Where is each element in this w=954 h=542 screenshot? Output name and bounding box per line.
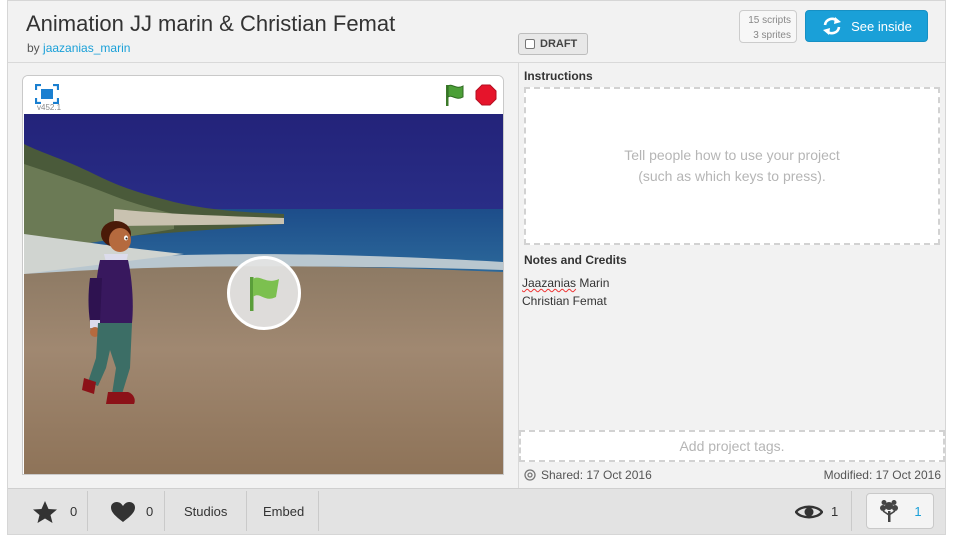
remix-tree-button[interactable]: 1 bbox=[866, 493, 934, 529]
scripts-count: 15 scripts bbox=[748, 15, 791, 26]
remix-arrows-icon bbox=[823, 17, 842, 35]
see-inside-button[interactable]: See inside bbox=[805, 10, 928, 42]
project-player: v452.1 bbox=[22, 75, 504, 475]
see-inside-label: See inside bbox=[851, 18, 912, 34]
author-link[interactable]: jaazanias_marin bbox=[43, 41, 130, 55]
notes-line-1: Jaazanias Marin bbox=[522, 274, 609, 292]
view-count: 1 bbox=[795, 489, 838, 534]
by-label: by bbox=[27, 41, 40, 55]
notes-field[interactable]: Jaazanias Marin Christian Femat bbox=[522, 274, 609, 310]
notes-line-1-rest: Marin bbox=[576, 276, 610, 290]
tags-placeholder: Add project tags. bbox=[679, 438, 785, 454]
character-sprite[interactable] bbox=[76, 218, 146, 408]
star-icon bbox=[33, 500, 57, 523]
love-button[interactable]: 0 bbox=[110, 489, 153, 534]
project-title[interactable]: Animation JJ marin & Christian Femat bbox=[26, 11, 395, 37]
draft-checkbox-icon bbox=[525, 39, 535, 49]
draft-badge[interactable]: DRAFT bbox=[518, 33, 588, 55]
sprites-count: 3 sprites bbox=[753, 30, 791, 41]
instructions-placeholder-line2: (such as which keys to press). bbox=[638, 168, 826, 184]
love-count: 0 bbox=[146, 504, 154, 519]
instructions-placeholder: Tell people how to use your project (suc… bbox=[624, 145, 840, 187]
favorite-count: 0 bbox=[70, 504, 78, 519]
header-divider bbox=[8, 62, 945, 63]
separator bbox=[246, 491, 247, 531]
big-green-flag-button[interactable] bbox=[227, 256, 301, 330]
notes-line-1-first: Jaazanias bbox=[522, 276, 577, 290]
shared-date: Shared: 17 Oct 2016 bbox=[524, 468, 652, 482]
big-green-flag-icon bbox=[250, 277, 279, 311]
notes-line-2: Christian Femat bbox=[522, 294, 607, 308]
byline: by jaazanias_marin bbox=[27, 41, 130, 55]
side-divider bbox=[518, 62, 519, 488]
modified-date: Modified: 17 Oct 2016 bbox=[823, 468, 941, 482]
eye-icon bbox=[795, 505, 823, 518]
player-version: v452.1 bbox=[37, 103, 62, 112]
stats-bar: 0 0 Studios Embed 1 1 bbox=[8, 488, 945, 534]
studios-button[interactable]: Studios bbox=[184, 489, 227, 534]
instructions-placeholder-line1: Tell people how to use your project bbox=[624, 147, 840, 163]
share-icon bbox=[524, 469, 536, 481]
tags-field[interactable]: Add project tags. bbox=[519, 430, 945, 462]
separator bbox=[318, 491, 319, 531]
remix-count: 1 bbox=[914, 503, 922, 519]
instructions-field[interactable]: Tell people how to use your project (suc… bbox=[524, 87, 940, 245]
separator bbox=[164, 491, 165, 531]
stage[interactable] bbox=[24, 114, 503, 474]
separator bbox=[851, 491, 852, 531]
remix-tree-icon bbox=[880, 500, 899, 522]
separator bbox=[87, 491, 88, 531]
heart-icon bbox=[111, 501, 135, 522]
player-controls: v452.1 bbox=[23, 76, 503, 114]
stop-icon[interactable] bbox=[475, 84, 497, 106]
project-stats: 15 scripts 3 sprites bbox=[739, 10, 797, 43]
green-flag-icon[interactable] bbox=[442, 82, 468, 108]
instructions-heading: Instructions bbox=[524, 69, 593, 83]
notes-heading: Notes and Credits bbox=[524, 253, 627, 267]
draft-label: DRAFT bbox=[540, 38, 578, 50]
shared-date-text: Shared: 17 Oct 2016 bbox=[541, 468, 652, 482]
fullscreen-icon[interactable] bbox=[35, 84, 59, 104]
view-count-value: 1 bbox=[831, 504, 839, 519]
embed-button[interactable]: Embed bbox=[263, 489, 304, 534]
favorite-button[interactable]: 0 bbox=[32, 489, 77, 534]
